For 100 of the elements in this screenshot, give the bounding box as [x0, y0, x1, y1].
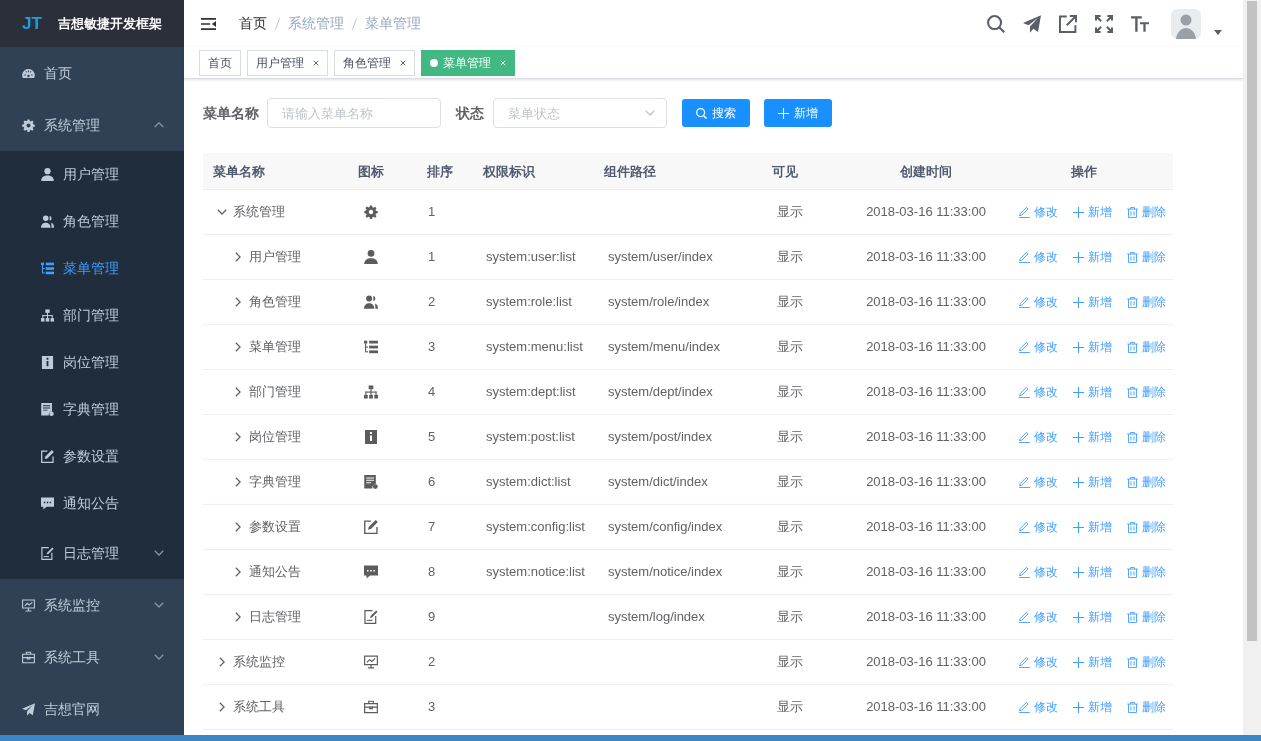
add-button[interactable]: 新增	[1073, 383, 1112, 401]
add-button[interactable]: 新增	[764, 99, 832, 127]
edit-button[interactable]: 修改	[1019, 428, 1058, 446]
table-cell: 2018-03-16 11:33:00	[866, 474, 986, 490]
edit-button[interactable]: 修改	[1019, 293, 1058, 311]
delete-button[interactable]: 删除	[1127, 563, 1166, 581]
edit-button[interactable]: 修改	[1019, 473, 1058, 491]
edit-button[interactable]: 修改	[1019, 653, 1058, 671]
tab[interactable]: 首页	[199, 49, 241, 76]
menu-item[interactable]: 参数设置	[0, 433, 184, 480]
delete-button[interactable]: 删除	[1127, 698, 1166, 716]
submenu-title[interactable]: 日志管理	[0, 527, 184, 579]
chevron-right-icon[interactable]	[235, 612, 241, 622]
delete-button[interactable]: 删除	[1127, 473, 1166, 491]
delete-button[interactable]: 删除	[1127, 293, 1166, 311]
table-cell: system/menu/index	[608, 339, 720, 355]
font-size-icon[interactable]	[1131, 14, 1149, 33]
chevron-right-icon[interactable]	[235, 432, 241, 442]
external-link-icon[interactable]	[1059, 14, 1077, 33]
scrollbar-thumb[interactable]	[1247, 1, 1257, 641]
edit-button[interactable]: 修改	[1019, 608, 1058, 626]
edit-button[interactable]: 修改	[1019, 518, 1058, 536]
menu-item[interactable]: 角色管理	[0, 198, 184, 245]
chevron-right-icon[interactable]	[235, 522, 241, 532]
avatar-icon[interactable]	[1171, 8, 1201, 39]
add-button[interactable]: 新增	[1073, 563, 1112, 581]
edit-button[interactable]: 修改	[1019, 203, 1058, 221]
chevron-right-icon[interactable]	[235, 477, 241, 487]
menu-item[interactable]: 吉想官网	[0, 683, 184, 735]
menu-fold-icon[interactable]	[201, 17, 216, 30]
chevron-right-icon[interactable]	[219, 702, 225, 712]
caret-down-icon[interactable]	[1214, 30, 1222, 35]
table-cell-text: 岗位管理	[249, 428, 301, 447]
chevron-down-icon[interactable]	[217, 209, 227, 215]
delete-button[interactable]: 删除	[1127, 338, 1166, 356]
column-header: 创建时间	[900, 164, 952, 179]
chevron-right-icon[interactable]	[235, 342, 241, 352]
delete-button[interactable]: 删除	[1127, 518, 1166, 536]
chevron-up-icon[interactable]	[154, 122, 164, 128]
submenu-title[interactable]: 系统工具	[0, 631, 184, 683]
add-button[interactable]: 新增	[1073, 518, 1112, 536]
chevron-right-icon[interactable]	[219, 657, 225, 667]
chevron-right-icon[interactable]	[235, 297, 241, 307]
text-input[interactable]: 请输入菜单名称	[267, 98, 441, 128]
edit-button[interactable]: 修改	[1019, 383, 1058, 401]
edit-button[interactable]: 修改	[1019, 563, 1058, 581]
chevron-right-icon[interactable]	[235, 387, 241, 397]
close-icon[interactable]	[400, 59, 406, 66]
delete-button[interactable]: 删除	[1127, 248, 1166, 266]
add-button[interactable]: 新增	[1073, 338, 1112, 356]
edit-button[interactable]: 修改	[1019, 248, 1058, 266]
add-button[interactable]: 新增	[1073, 653, 1112, 671]
search-icon[interactable]	[987, 14, 1005, 33]
column-header: 组件路径	[604, 164, 656, 179]
fullscreen-icon[interactable]	[1095, 14, 1113, 33]
chevron-down-icon[interactable]	[154, 550, 164, 556]
menu-item[interactable]: 用户管理	[0, 151, 184, 198]
delete-button[interactable]: 删除	[1127, 608, 1166, 626]
menu-item[interactable]: 通知公告	[0, 480, 184, 527]
add-button[interactable]: 新增	[1073, 608, 1112, 626]
menu-item[interactable]: 岗位管理	[0, 339, 184, 386]
delete-button[interactable]: 删除	[1127, 428, 1166, 446]
chevron-right-icon[interactable]	[235, 567, 241, 577]
close-icon[interactable]	[313, 59, 319, 66]
add-button[interactable]: 新增	[1073, 428, 1112, 446]
add-button[interactable]: 新增	[1073, 698, 1112, 716]
info-card-icon	[364, 430, 378, 444]
chevron-down-icon[interactable]	[154, 654, 164, 660]
edit-button[interactable]: 修改	[1019, 698, 1058, 716]
breadcrumb-item: 系统管理	[288, 14, 344, 33]
plus-icon	[1073, 611, 1084, 623]
menu-item[interactable]: 字典管理	[0, 386, 184, 433]
menu-item[interactable]: 部门管理	[0, 292, 184, 339]
tab[interactable]: 角色管理	[334, 49, 415, 76]
edit-button[interactable]: 修改	[1019, 338, 1058, 356]
table-cell: 显示	[777, 654, 803, 670]
delete-button[interactable]: 删除	[1127, 203, 1166, 221]
submenu-title[interactable]: 系统监控	[0, 579, 184, 631]
delete-button[interactable]: 删除	[1127, 653, 1166, 671]
add-button[interactable]: 新增	[1073, 248, 1112, 266]
chevron-right-icon[interactable]	[235, 252, 241, 262]
pencil-icon	[1019, 251, 1030, 263]
chevron-down-icon[interactable]	[154, 602, 164, 608]
search-button[interactable]: 搜索	[682, 99, 750, 127]
paper-plane-icon[interactable]	[1023, 14, 1041, 33]
select-field[interactable]: 菜单状态	[493, 98, 667, 128]
breadcrumb-link[interactable]: 首页	[239, 13, 267, 34]
add-button[interactable]: 新增	[1073, 473, 1112, 491]
table-cell: system:dict:list	[486, 474, 571, 490]
trash-icon	[1127, 656, 1138, 668]
table-cell: 9	[428, 609, 436, 625]
delete-button[interactable]: 删除	[1127, 383, 1166, 401]
tab[interactable]: 菜单管理	[421, 49, 515, 76]
tab[interactable]: 用户管理	[247, 49, 328, 76]
monitor-chart-icon	[22, 598, 35, 612]
menu-item[interactable]: 菜单管理	[0, 245, 184, 292]
add-button[interactable]: 新增	[1073, 203, 1112, 221]
add-button[interactable]: 新增	[1073, 293, 1112, 311]
menu-item[interactable]: 首页	[0, 47, 184, 99]
submenu-title[interactable]: 系统管理	[0, 99, 184, 151]
